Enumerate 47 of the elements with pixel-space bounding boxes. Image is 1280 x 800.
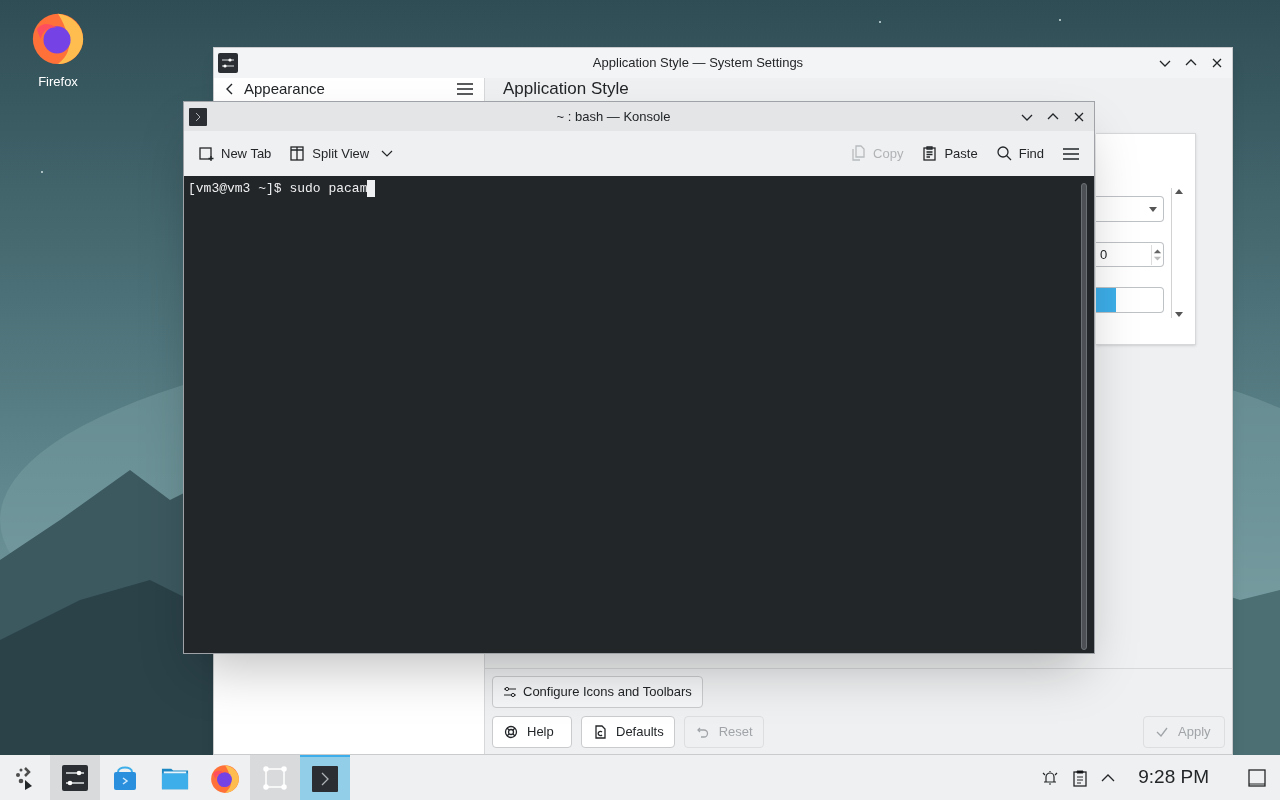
lifebuoy-icon bbox=[503, 724, 519, 740]
spin-value: 0 bbox=[1099, 245, 1109, 264]
terminal-area[interactable]: [vm3@vm3 ~]$ sudo pacam bbox=[184, 176, 1094, 653]
new-tab-button[interactable]: New Tab bbox=[198, 143, 272, 164]
konsole-task-button[interactable] bbox=[300, 755, 350, 800]
overview-icon bbox=[261, 763, 289, 792]
dropdown-arrow-icon bbox=[1149, 206, 1157, 212]
split-view-icon bbox=[289, 145, 307, 162]
paste-button[interactable]: Paste bbox=[921, 143, 978, 164]
bell-icon[interactable] bbox=[1041, 768, 1060, 787]
spin-arrows-icon bbox=[1151, 244, 1163, 265]
page-title: Application Style bbox=[503, 79, 629, 99]
settings-icon bbox=[503, 685, 517, 699]
window-title: Application Style — System Settings bbox=[591, 54, 805, 73]
terminal-icon bbox=[311, 764, 339, 793]
scrollbar[interactable] bbox=[1081, 183, 1087, 650]
sliders-icon bbox=[61, 763, 89, 792]
sliders-icon bbox=[218, 53, 238, 73]
scroll-down-icon[interactable] bbox=[1174, 312, 1183, 318]
desktop-shortcut[interactable]: Firefox bbox=[14, 8, 102, 92]
menu-icon[interactable] bbox=[456, 82, 474, 96]
document-icon bbox=[592, 724, 608, 740]
expand-tray-icon[interactable] bbox=[1101, 772, 1116, 783]
clipboard-icon bbox=[921, 145, 939, 162]
menu-icon[interactable] bbox=[1062, 146, 1080, 161]
terminal-line: [vm3@vm3 ~]$ sudo pacam bbox=[188, 180, 368, 198]
text-field[interactable] bbox=[1096, 287, 1164, 313]
terminal-icon bbox=[189, 107, 207, 126]
text-selection bbox=[1096, 288, 1116, 312]
settings-task-button[interactable] bbox=[50, 755, 100, 800]
window-title: ~ : bash — Konsole bbox=[555, 107, 672, 126]
find-button[interactable]: Find bbox=[995, 143, 1044, 164]
clock[interactable]: 9:28 PM bbox=[1138, 763, 1209, 792]
scroll-up-icon[interactable] bbox=[1174, 188, 1183, 194]
show-desktop-icon[interactable] bbox=[1248, 768, 1266, 787]
search-icon bbox=[995, 145, 1013, 162]
split-view-button[interactable]: Split View bbox=[289, 143, 394, 164]
help-button[interactable]: Help bbox=[492, 716, 572, 748]
clipboard-icon[interactable] bbox=[1072, 768, 1089, 787]
copy-icon bbox=[850, 145, 868, 162]
back-button[interactable]: Appearance bbox=[224, 80, 325, 98]
configure-button[interactable]: Configure Icons and Toolbars bbox=[492, 676, 703, 708]
text-cursor bbox=[367, 180, 376, 197]
close-button[interactable] bbox=[1210, 56, 1224, 70]
spin-box[interactable]: 0 bbox=[1096, 242, 1164, 267]
new-tab-icon bbox=[198, 145, 215, 162]
defaults-button[interactable]: Defaults bbox=[581, 716, 675, 748]
